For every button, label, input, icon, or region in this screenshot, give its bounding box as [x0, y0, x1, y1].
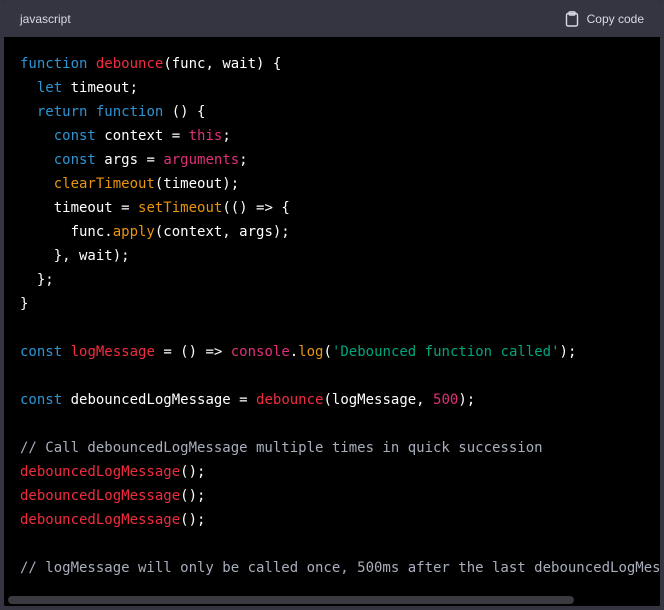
code-comment: // Call debouncedLogMessage multiple tim… — [20, 440, 543, 456]
clipboard-icon — [565, 10, 579, 27]
code-line: }, wait); — [20, 248, 130, 264]
code-line: const logMessage = () => console.log('De… — [20, 344, 577, 360]
code-line: debouncedLogMessage(); — [20, 464, 206, 480]
code-content[interactable]: function debounce(func, wait) { let time… — [4, 37, 660, 606]
code-line: }; — [20, 272, 54, 288]
code-line: const args = arguments; — [53, 152, 248, 168]
code-line: debouncedLogMessage(); — [20, 488, 206, 504]
code-line: } — [20, 296, 29, 312]
copy-code-button[interactable]: Copy code — [565, 10, 644, 27]
code-block: javascript Copy code function debounce(f… — [0, 0, 664, 610]
code-line: const context = this; — [53, 128, 231, 144]
code-line: func.apply(context, args); — [20, 224, 290, 240]
code-text: function debounce(func, wait) { let time… — [4, 37, 660, 580]
code-line: function debounce(func, wait) { — [20, 56, 282, 72]
code-line: const debouncedLogMessage = debounce(log… — [20, 392, 476, 408]
code-comment: // logMessage will only be called once, … — [20, 560, 660, 576]
code-line: let timeout; — [36, 80, 139, 96]
code-line: debouncedLogMessage(); — [20, 512, 206, 528]
horizontal-scrollbar[interactable] — [8, 596, 574, 604]
code-line: return function () { — [36, 104, 206, 120]
language-label: javascript — [20, 11, 71, 26]
code-block-header: javascript Copy code — [4, 0, 660, 37]
code-line: timeout = setTimeout(() => { — [20, 200, 290, 216]
code-line: clearTimeout(timeout); — [53, 176, 240, 192]
copy-code-label: Copy code — [586, 11, 644, 26]
